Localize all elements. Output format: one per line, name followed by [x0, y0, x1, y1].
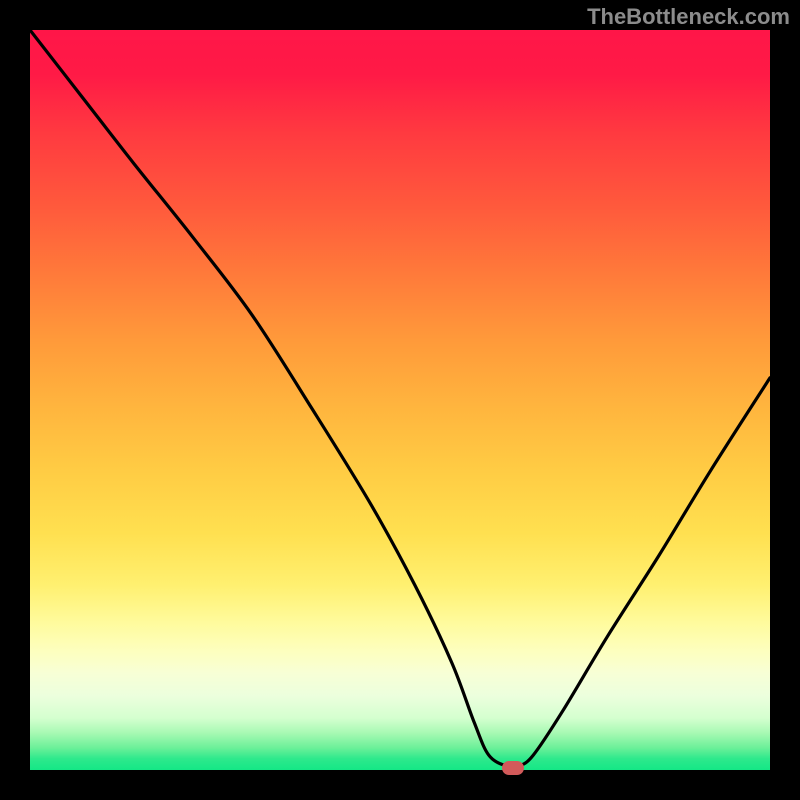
- bottleneck-curve: [30, 30, 770, 770]
- watermark-text: TheBottleneck.com: [587, 4, 790, 30]
- chart-frame: TheBottleneck.com: [0, 0, 800, 800]
- optimal-marker: [502, 761, 524, 775]
